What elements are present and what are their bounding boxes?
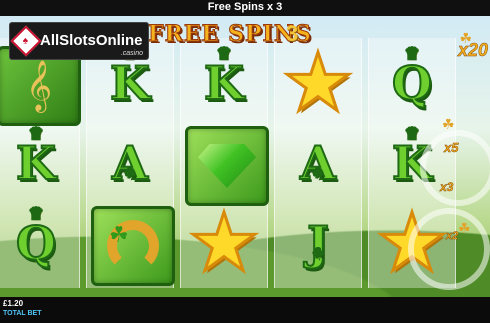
top-bar: Free Spins x 3	[0, 0, 490, 16]
star-symbol: ★	[185, 198, 263, 287]
symbol-letter: K♛	[15, 123, 57, 191]
clover-icon: ☘	[312, 165, 325, 181]
clover-icon: ☘	[458, 220, 471, 236]
multiplier-x3: x3	[440, 180, 454, 195]
multiplier-x5: x5	[444, 140, 459, 156]
spins-remaining: 3	[286, 21, 299, 46]
star-symbol: ★	[279, 38, 357, 127]
crown-icon: ♛	[28, 203, 44, 224]
clover-icon: ☘	[109, 222, 129, 247]
letter-symbol-a: A ☘	[279, 126, 357, 200]
horseshoe-symbol: ☘	[91, 206, 175, 286]
free-spins-header: Free Spins x 3	[207, 1, 283, 13]
letter-symbol-j: J ☘	[279, 206, 357, 280]
clover-icon: ☘	[312, 245, 325, 261]
star-icon: ★	[281, 38, 356, 127]
casino-logo: ♠ AllSlotsOnline .casino	[9, 22, 149, 60]
reel-4: ★ A ☘ J ☘	[274, 38, 362, 288]
crown-icon: ♛	[28, 123, 44, 144]
logo-text: AllSlotsOnline	[40, 32, 143, 49]
symbol-letter: K♛	[203, 43, 245, 111]
reel-2: K♛A☘☘	[86, 38, 175, 288]
logo-suffix: .casino	[120, 50, 143, 57]
multiplier-ring	[408, 208, 490, 290]
reel-1: 𝄞 K ♛ Q ♛	[0, 38, 81, 288]
letter-symbol-k: K♛	[0, 123, 75, 200]
multiplier-trail: ☘ ☘ ☘ x20 x5 x3 x2	[408, 30, 490, 290]
emerald-icon	[198, 144, 256, 188]
spade-icon: ♠	[10, 25, 42, 57]
symbol-letter: K♛	[109, 43, 151, 111]
clover-icon: ☘	[124, 165, 137, 181]
gem-symbol	[185, 126, 269, 206]
letter-symbol-a: A ☘	[91, 126, 169, 200]
horseshoe-icon: ☘	[107, 220, 159, 272]
total-bet-label: TOTAL BET	[3, 310, 42, 317]
letter-symbol-q: Q ♛	[0, 203, 75, 280]
clover-icon: ☘	[442, 116, 455, 132]
game-screen: { "header": { "title": "Free Spins x 3" …	[0, 0, 490, 323]
crown-icon: ♛	[404, 123, 420, 144]
harp-icon: 𝄞	[25, 61, 52, 110]
total-bet-value: £1.20	[3, 299, 24, 308]
symbol-letter: A ☘	[111, 135, 149, 191]
reel-3: K ♛ ★	[180, 38, 269, 288]
symbol-letter: J ☘	[306, 215, 330, 271]
reel-area: 𝄞K♛Q♛K♛A☘☘K♛★★A☘J☘Q♛K♛★	[0, 38, 456, 288]
symbol-letter: Q ♛	[15, 203, 57, 271]
symbol-letter: A ☘	[299, 135, 337, 191]
multiplier-x20: x20	[457, 40, 489, 61]
star-icon: ★	[187, 198, 262, 287]
letter-symbol-k: K♛	[185, 43, 263, 120]
symbol-letter: Q ♛	[391, 43, 433, 111]
crown-icon: ♛	[404, 43, 420, 64]
footer-bar: £1.20 TOTAL BET	[0, 297, 490, 323]
multiplier-x2: x2	[446, 230, 459, 243]
